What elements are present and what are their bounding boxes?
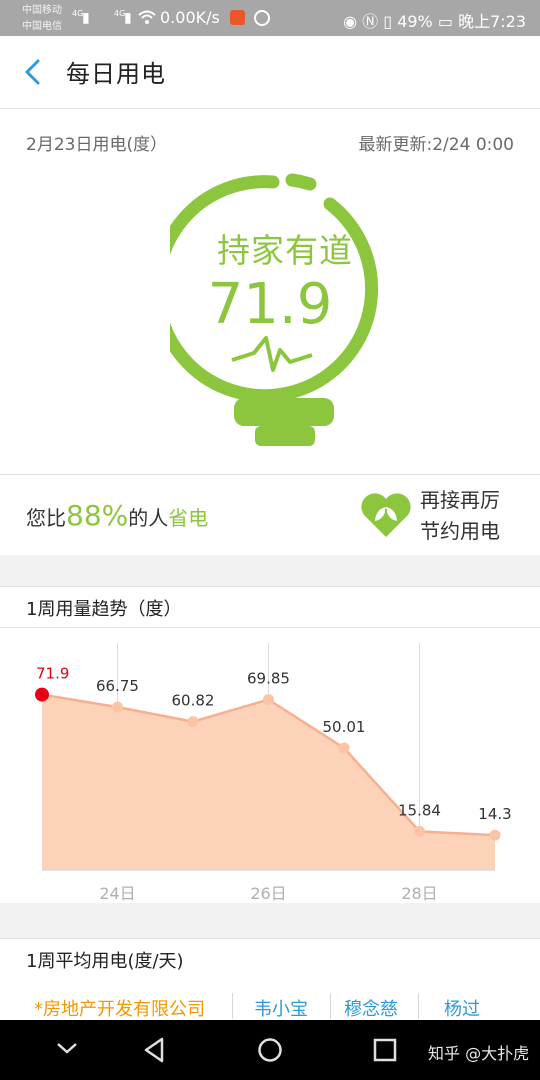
data-point: [263, 694, 274, 706]
gauge-ring-segment: [285, 173, 317, 191]
encourage-text: 再接再厉 节约用电: [420, 485, 500, 547]
back-triangle-icon[interactable]: [142, 1037, 166, 1063]
average-title: 1周平均用电(度/天): [26, 951, 184, 972]
data-point: [112, 701, 123, 713]
battery-icon: ▭: [437, 12, 453, 31]
data-point: [35, 687, 49, 702]
page-title: 每日用电: [66, 60, 166, 88]
carrier-2: 中国电信: [22, 21, 62, 32]
heart-leaf-icon: [361, 493, 411, 537]
average-header: 1周平均用电(度/天): [0, 938, 540, 980]
encourage-line-1: 再接再厉: [420, 488, 500, 512]
data-label: 14.3: [478, 805, 511, 823]
app-notification-icon: [230, 10, 245, 25]
saving-percent: 88%: [66, 499, 129, 532]
section-divider: [0, 555, 540, 586]
status-right: ◉ Ⓝ ▯ 49% ▭ 晚上7:23: [343, 8, 526, 32]
data-label: 15.84: [398, 801, 441, 819]
data-point: [414, 825, 425, 837]
trend-header: 1周用量趋势（度）: [0, 586, 540, 628]
data-label: 69.85: [247, 670, 290, 688]
data-point: [338, 742, 350, 754]
data-label: 71.9: [36, 665, 69, 683]
name-tab-1[interactable]: *房地产开发有限公司: [34, 995, 205, 1021]
watermark: 知乎 @大扑虎: [428, 1044, 530, 1063]
battery-percent: 49%: [397, 12, 433, 31]
clock: 晚上7:23: [458, 12, 526, 31]
date-label: 2月23日用电(度）: [26, 135, 168, 155]
comparison-row: 您比88%的人省电 再接再厉 节约用电: [0, 474, 540, 555]
comparison-middle: 的人: [128, 506, 169, 530]
status-bar: 中国移动 中国电信 4G ▮ 4G ▮ 0.00K/s ◉ Ⓝ ▯ 49% ▭ …: [0, 0, 540, 36]
x-tick-label: 28日: [401, 884, 437, 902]
encourage-line-2: 节约用电: [420, 519, 500, 543]
data-point: [489, 829, 501, 841]
chevron-down-icon[interactable]: [56, 1040, 78, 1056]
comparison-prefix: 您比: [26, 506, 66, 530]
x-tick-label: 24日: [99, 884, 135, 902]
home-circle-icon[interactable]: [257, 1037, 283, 1063]
name-tab-2[interactable]: 韦小宝: [254, 995, 308, 1021]
usage-value: 71.9: [207, 272, 333, 337]
carrier-1: 中国移动: [22, 5, 62, 16]
data-label: 50.01: [323, 718, 366, 736]
ranking-names: *房地产开发有限公司 韦小宝 穆念慈 杨过: [0, 979, 540, 1021]
weekly-trend-chart: 71.9 66.75 60.82 69.85 50.01 15.84 14.3 24日 26日 2…: [35, 643, 512, 902]
divider: [330, 993, 331, 1019]
back-chevron-icon[interactable]: [20, 58, 46, 86]
update-label: 最新更新:2/24 0:00: [358, 135, 514, 155]
data-label: 60.82: [172, 692, 215, 710]
section-divider: [0, 903, 540, 938]
divider: [232, 993, 233, 1019]
slogan: 持家有道: [217, 231, 353, 270]
data-point: [187, 716, 199, 728]
comparison-text: 您比88%的人省电: [26, 499, 208, 532]
saving-word: 省电: [168, 506, 209, 530]
name-tab-4[interactable]: 杨过: [444, 995, 480, 1021]
bulb-tip-icon: [255, 426, 315, 446]
name-tab-3[interactable]: 穆念慈: [344, 995, 398, 1021]
recents-square-icon[interactable]: [373, 1038, 397, 1062]
trend-title: 1周用量趋势（度）: [26, 599, 182, 620]
system-nav-bar: 知乎 @大扑虎: [0, 1020, 540, 1080]
eye-icon: ◉: [343, 12, 358, 31]
app-header: 每日用电: [0, 36, 540, 109]
wifi-icon: [138, 10, 156, 24]
network-speed: 0.00K/s: [160, 8, 220, 27]
filament-icon: [231, 336, 313, 372]
nfc-icon: Ⓝ: [362, 12, 379, 31]
signal-icon-1: ▮: [82, 10, 90, 26]
divider: [418, 993, 419, 1019]
bulb-base-icon: [234, 398, 334, 426]
x-tick-label: 26日: [250, 884, 286, 902]
loading-icon: [254, 10, 270, 26]
data-label: 66.75: [96, 677, 139, 695]
area-fill: [42, 694, 495, 870]
signal-icon-2: ▮: [124, 10, 132, 26]
vibrate-icon: ▯: [383, 12, 393, 31]
